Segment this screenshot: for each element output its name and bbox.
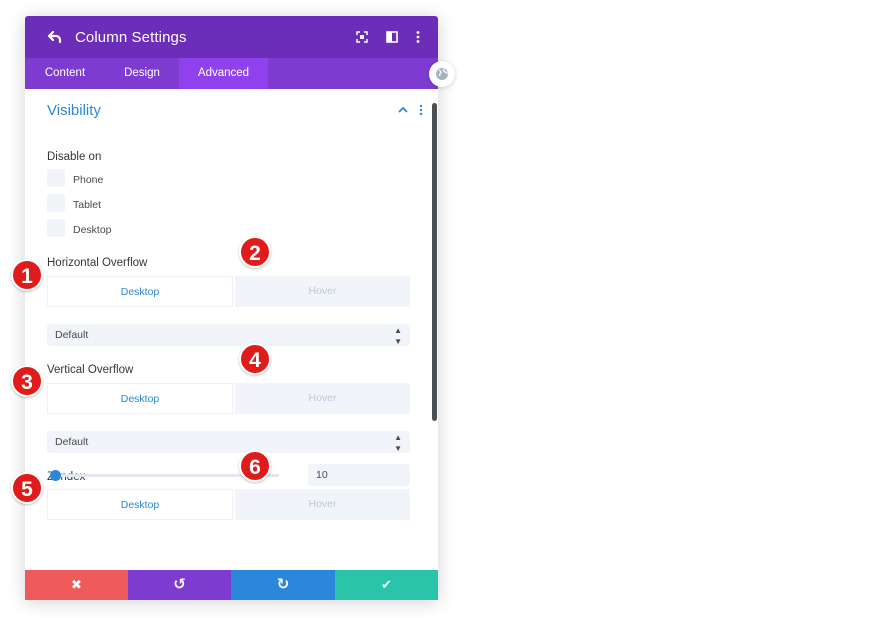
settings-body: Visibility Disable on Phone Tablet Deskt… — [25, 89, 438, 570]
z-index-hover-tab[interactable]: Hover — [235, 489, 410, 520]
section-more-icon[interactable] — [417, 104, 425, 116]
select-arrows-icon: ▲ ▼ — [394, 433, 402, 453]
annotation-badge-5: 5 — [11, 472, 43, 504]
scrollbar[interactable] — [432, 103, 437, 421]
horizontal-overflow-value: Default — [55, 329, 89, 341]
column-settings-modal: Column Settings Content Design Advanced … — [25, 16, 438, 600]
globe-icon[interactable] — [429, 61, 455, 87]
split-view-icon[interactable] — [385, 30, 399, 44]
tab-content[interactable]: Content — [25, 58, 105, 89]
modal-title: Column Settings — [75, 29, 187, 46]
vertical-overflow-desktop-tab[interactable]: Desktop — [47, 383, 233, 414]
horizontal-overflow-label: Horizontal Overflow — [47, 257, 148, 269]
vertical-overflow-hover-tab[interactable]: Hover — [235, 383, 410, 414]
z-index-slider-handle[interactable] — [50, 470, 61, 481]
annotation-badge-6: 6 — [239, 450, 271, 482]
undo-icon: ↺ — [173, 576, 186, 593]
redo-icon: ↻ — [276, 576, 290, 593]
z-index-input[interactable]: 10 — [308, 464, 410, 486]
cancel-button[interactable]: ✖ — [25, 570, 128, 600]
annotation-badge-3: 3 — [11, 365, 43, 397]
section-title-visibility[interactable]: Visibility — [47, 102, 101, 119]
undo-button[interactable]: ↺ — [128, 570, 231, 600]
checkbox-desktop-label: Desktop — [73, 224, 112, 236]
z-index-desktop-tab[interactable]: Desktop — [47, 489, 233, 520]
vertical-overflow-value: Default — [55, 436, 89, 448]
annotation-badge-2: 2 — [239, 236, 271, 268]
checkmark-icon: ✔ — [381, 577, 392, 592]
checkbox-tablet-label: Tablet — [73, 199, 102, 211]
settings-tabs: Content Design Advanced — [25, 58, 438, 89]
chevron-up-icon[interactable] — [397, 104, 409, 116]
select-arrows-icon: ▲ ▼ — [394, 326, 402, 346]
checkbox-tablet[interactable] — [47, 194, 65, 212]
vertical-overflow-select[interactable]: Default ▲ ▼ — [47, 431, 410, 453]
back-arrow-icon[interactable] — [47, 29, 63, 45]
annotation-badge-4: 4 — [239, 343, 271, 375]
tab-advanced[interactable]: Advanced — [179, 58, 268, 89]
redo-button[interactable]: ↻ — [231, 570, 335, 600]
checkbox-desktop[interactable] — [47, 219, 65, 237]
checkbox-phone-label: Phone — [73, 174, 104, 186]
horizontal-overflow-hover-tab[interactable]: Hover — [235, 276, 410, 307]
focus-icon[interactable] — [355, 30, 369, 44]
vertical-overflow-label: Vertical Overflow — [47, 364, 134, 376]
modal-header: Column Settings — [25, 16, 438, 58]
modal-footer: ✖ ↺ ↻ ✔ — [25, 570, 438, 600]
disable-on-label: Disable on — [47, 151, 102, 163]
annotation-badge-1: 1 — [11, 259, 43, 291]
horizontal-overflow-select[interactable]: Default ▲ ▼ — [47, 324, 410, 346]
more-vertical-icon[interactable] — [411, 30, 425, 44]
close-icon: ✖ — [71, 577, 82, 592]
checkbox-phone[interactable] — [47, 169, 65, 187]
horizontal-overflow-desktop-tab[interactable]: Desktop — [47, 276, 233, 307]
save-button[interactable]: ✔ — [335, 570, 438, 600]
tab-design[interactable]: Design — [105, 58, 179, 89]
